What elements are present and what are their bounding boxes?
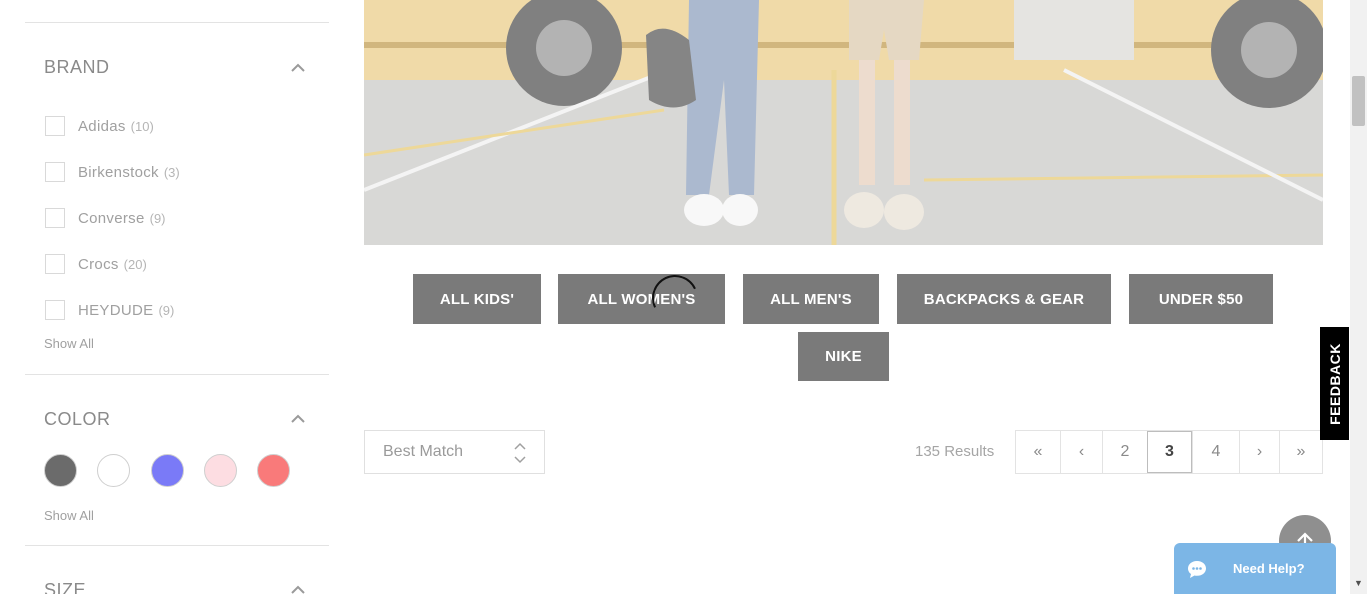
checkbox[interactable] (45, 162, 65, 182)
chat-bubble-icon (1188, 560, 1206, 578)
brand-count: (20) (123, 256, 147, 272)
divider (25, 22, 329, 23)
category-button-all-womens[interactable]: ALL WOMEN'S (558, 274, 725, 324)
brand-option-converse[interactable]: Converse (9) (45, 207, 166, 229)
chevron-up-icon[interactable] (290, 60, 306, 76)
size-filter-title[interactable]: SIZE (44, 580, 86, 594)
page-3-button-active[interactable]: 3 (1147, 431, 1192, 473)
page-last-button[interactable]: » (1279, 431, 1322, 473)
chat-help-button[interactable]: Need Help? (1174, 543, 1336, 594)
page-prev-button[interactable]: ‹ (1060, 431, 1102, 473)
category-button-backpacks-gear[interactable]: BACKPACKS & GEAR (897, 274, 1111, 324)
color-swatch-pink[interactable] (204, 454, 237, 487)
sort-select[interactable]: Best Match (364, 430, 545, 474)
color-filter-title[interactable]: COLOR (44, 409, 111, 430)
color-swatch-blue[interactable] (151, 454, 184, 487)
filter-sidebar: BRAND Adidas (10) Birkenstock (3) Conver… (0, 0, 350, 594)
brand-name: Birkenstock (78, 163, 159, 181)
page-first-button[interactable]: « (1016, 431, 1060, 473)
brand-name: Converse (78, 209, 145, 227)
brand-name: Adidas (78, 117, 126, 135)
brand-option-adidas[interactable]: Adidas (10) (45, 115, 154, 137)
page-2-button[interactable]: 2 (1102, 431, 1147, 473)
brand-option-heydude[interactable]: HEYDUDE (9) (45, 299, 174, 321)
hero-banner-image (364, 0, 1323, 245)
category-button-under-50[interactable]: UNDER $50 (1129, 274, 1273, 324)
color-show-all-link[interactable]: Show All (44, 508, 94, 523)
results-count: 135 Results (915, 443, 995, 460)
sort-arrows-icon (514, 442, 526, 464)
color-swatch-red[interactable] (257, 454, 290, 487)
checkbox[interactable] (45, 300, 65, 320)
brand-option-crocs[interactable]: Crocs (20) (45, 253, 147, 275)
page-next-button[interactable]: › (1239, 431, 1279, 473)
checkbox[interactable] (45, 254, 65, 274)
page-4-button[interactable]: 4 (1192, 431, 1239, 473)
sort-selected-value: Best Match (383, 443, 464, 460)
brand-filter-title[interactable]: BRAND (44, 57, 110, 78)
checkbox[interactable] (45, 116, 65, 136)
checkbox[interactable] (45, 208, 65, 228)
chevron-up-icon[interactable] (290, 411, 306, 427)
divider (25, 545, 329, 546)
scrollbar-thumb[interactable] (1352, 76, 1365, 126)
brand-count: (9) (158, 302, 175, 318)
brand-count: (10) (130, 118, 154, 134)
brand-count: (9) (149, 210, 166, 226)
color-swatch-white[interactable] (97, 454, 130, 487)
scroll-down-arrow-icon[interactable]: ▼ (1354, 578, 1363, 588)
divider (25, 374, 329, 375)
category-button-nike[interactable]: NIKE (798, 332, 889, 381)
brand-name: HEYDUDE (78, 301, 154, 319)
brand-count: (3) (163, 164, 180, 180)
brand-show-all-link[interactable]: Show All (44, 336, 94, 351)
feedback-tab[interactable]: FEEDBACK (1320, 327, 1349, 440)
category-button-all-kids[interactable]: ALL KIDS' (413, 274, 541, 324)
color-swatch-gray[interactable] (44, 454, 77, 487)
chat-help-label: Need Help? (1233, 561, 1305, 576)
feedback-label: FEEDBACK (1326, 342, 1343, 425)
category-button-all-mens[interactable]: ALL MEN'S (743, 274, 879, 324)
chevron-up-icon[interactable] (290, 582, 306, 594)
pagination: « ‹ 2 3 4 › » (1015, 430, 1323, 474)
page-scrollbar[interactable]: ▼ (1350, 0, 1367, 594)
brand-name: Crocs (78, 255, 119, 273)
brand-option-birkenstock[interactable]: Birkenstock (3) (45, 161, 180, 183)
